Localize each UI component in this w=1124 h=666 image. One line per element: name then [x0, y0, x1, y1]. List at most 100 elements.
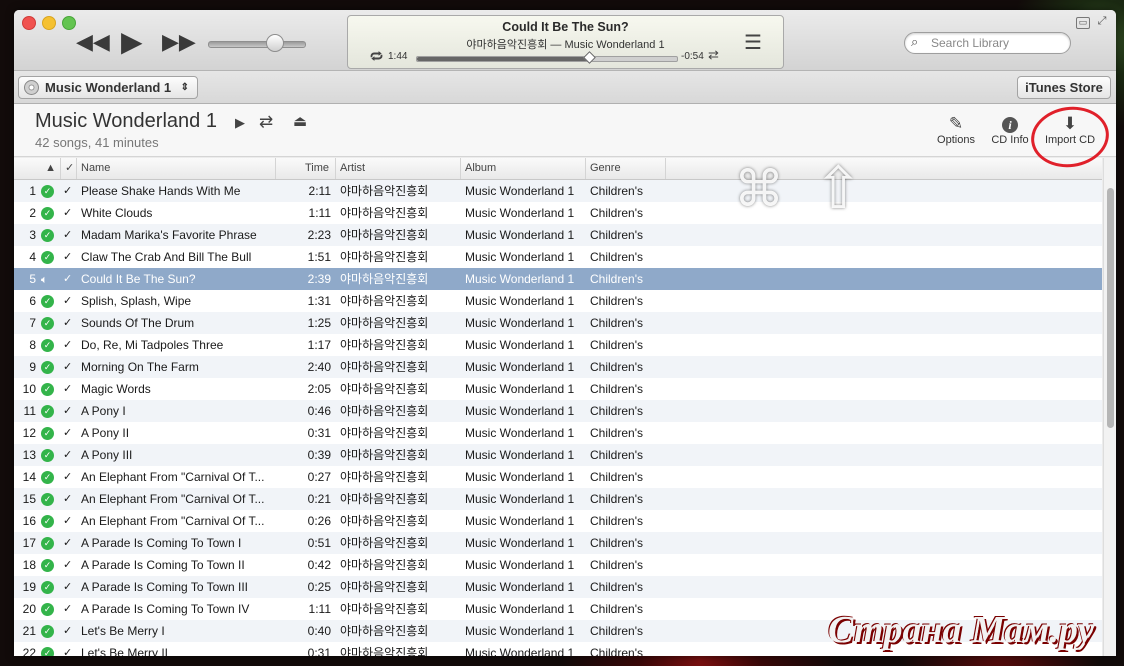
track-number: 7	[29, 316, 36, 330]
column-number-sort[interactable]: ▲	[14, 158, 61, 179]
search-box[interactable]: ⌕	[904, 32, 1071, 54]
command-key-icon: ⌘	[734, 161, 784, 217]
table-row[interactable]: 14 ✓ ✓ An Elephant From "Carnival Of T... 0:…	[14, 466, 1102, 488]
eject-icon[interactable]: ⏏	[293, 112, 307, 130]
table-row[interactable]: 13 ✓ ✓ A Pony III 0:39 야마하음악진흥회 Music Wonderla…	[14, 444, 1102, 466]
play-album-icon[interactable]: ▶	[235, 115, 245, 131]
previous-track-button[interactable]: ◀◀	[76, 31, 110, 53]
options-button[interactable]: ✎ Options	[932, 114, 980, 146]
table-row[interactable]: 6 ✓ ✓ Splish, Splash, Wipe 1:31 야마하음악진흥회 Music…	[14, 290, 1102, 312]
track-checkbox[interactable]: ✓	[63, 598, 75, 620]
track-time: 0:31	[307, 646, 331, 656]
track-checkbox[interactable]: ✓	[63, 356, 75, 378]
search-input[interactable]	[929, 35, 1063, 51]
itunes-store-button[interactable]: iTunes Store	[1017, 76, 1111, 99]
track-number: 13	[22, 448, 36, 462]
track-checkbox[interactable]: ✓	[63, 510, 75, 532]
table-row[interactable]: 18 ✓ ✓ A Parade Is Coming To Town II 0:42 야마하…	[14, 554, 1102, 576]
track-number: 1	[29, 184, 36, 198]
track-checkbox[interactable]: ✓	[63, 400, 75, 422]
track-album: Music Wonderland 1	[465, 294, 575, 308]
speaker-icon: 🔈︎	[41, 274, 48, 286]
table-row[interactable]: 2 ✓ ✓ White Clouds 1:11 야마하음악진흥회 Music Wonderl…	[14, 202, 1102, 224]
track-checkbox[interactable]: ✓	[63, 554, 75, 576]
table-row[interactable]: 16 ✓ ✓ An Elephant From "Carnival Of T... 0:…	[14, 510, 1102, 532]
column-checkbox[interactable]: ✓	[61, 158, 77, 179]
track-number: 21	[22, 624, 36, 638]
track-checkbox[interactable]: ✓	[63, 532, 75, 554]
source-selector[interactable]: Music Wonderland 1 ⇕	[18, 76, 198, 99]
imported-check-icon: ✓	[41, 510, 55, 532]
track-checkbox[interactable]: ✓	[63, 312, 75, 334]
track-checkbox[interactable]: ✓	[63, 246, 75, 268]
cd-icon	[24, 80, 39, 95]
track-checkbox[interactable]: ✓	[63, 444, 75, 466]
track-checkbox[interactable]: ✓	[63, 224, 75, 246]
table-row[interactable]: 5 🔈︎ ✓ Could It Be The Sun? 2:39 야마하음악진흥회 Musi…	[14, 268, 1102, 290]
shuffle-album-icon[interactable]: ⇄	[259, 112, 273, 132]
track-time: 0:21	[307, 492, 331, 506]
track-artist: 야마하음악진흥회	[340, 360, 429, 374]
track-checkbox[interactable]: ✓	[63, 334, 75, 356]
minimize-window-button[interactable]	[42, 16, 56, 30]
table-row[interactable]: 3 ✓ ✓ Madam Marika's Favorite Phrase 2:23 야마하…	[14, 224, 1102, 246]
volume-knob[interactable]	[265, 34, 284, 52]
play-button[interactable]: ▶	[121, 28, 143, 56]
track-checkbox[interactable]: ✓	[63, 202, 75, 224]
column-name[interactable]: Name	[77, 158, 276, 179]
table-row[interactable]: 1 ✓ ✓ Please Shake Hands With Me 2:11 야마하음악진흥…	[14, 180, 1102, 202]
close-window-button[interactable]	[22, 16, 36, 30]
track-genre: Children's	[590, 602, 643, 616]
cd-info-button[interactable]: i CD Info	[988, 114, 1032, 146]
column-time[interactable]: Time	[276, 158, 336, 179]
track-album: Music Wonderland 1	[465, 624, 575, 638]
up-next-list-icon[interactable]: ☰	[744, 30, 762, 55]
scrollbar-thumb[interactable]	[1107, 188, 1114, 428]
track-album: Music Wonderland 1	[465, 470, 575, 484]
mini-player-icon[interactable]: ▭	[1076, 17, 1090, 29]
imported-check-icon: ✓	[41, 180, 55, 202]
column-album[interactable]: Album	[461, 158, 586, 179]
next-track-button[interactable]: ▶▶	[162, 31, 196, 53]
track-album: Music Wonderland 1	[465, 316, 575, 330]
table-row[interactable]: 15 ✓ ✓ An Elephant From "Carnival Of T... 0:…	[14, 488, 1102, 510]
shuffle-icon[interactable]: ⇄	[708, 47, 719, 63]
zoom-window-button[interactable]	[62, 16, 76, 30]
repeat-icon[interactable]: 🔁︎	[370, 47, 383, 66]
track-artist: 야마하음악진흥회	[340, 294, 429, 308]
table-row[interactable]: 12 ✓ ✓ A Pony II 0:31 야마하음악진흥회 Music Wonderlan…	[14, 422, 1102, 444]
track-checkbox[interactable]: ✓	[63, 488, 75, 510]
track-checkbox[interactable]: ✓	[63, 576, 75, 598]
table-row[interactable]: 4 ✓ ✓ Claw The Crab And Bill The Bull 1:51 야마…	[14, 246, 1102, 268]
track-checkbox[interactable]: ✓	[63, 378, 75, 400]
album-summary: 42 songs, 41 minutes	[35, 135, 159, 150]
table-row[interactable]: 9 ✓ ✓ Morning On The Farm 2:40 야마하음악진흥회 Music …	[14, 356, 1102, 378]
fullscreen-icon[interactable]: ⤢	[1096, 16, 1108, 27]
track-checkbox[interactable]: ✓	[63, 268, 75, 290]
track-checkbox[interactable]: ✓	[63, 620, 75, 642]
table-row[interactable]: 19 ✓ ✓ A Parade Is Coming To Town III 0:25 야마…	[14, 576, 1102, 598]
progress-bar[interactable]	[416, 56, 678, 62]
table-row[interactable]: 10 ✓ ✓ Magic Words 2:05 야마하음악진흥회 Music Wonderl…	[14, 378, 1102, 400]
column-genre[interactable]: Genre	[586, 158, 666, 179]
track-checkbox[interactable]: ✓	[63, 180, 75, 202]
vertical-scrollbar[interactable]	[1103, 158, 1116, 656]
volume-slider[interactable]	[208, 41, 306, 48]
table-row[interactable]: 7 ✓ ✓ Sounds Of The Drum 1:25 야마하음악진흥회 Music W…	[14, 312, 1102, 334]
track-genre: Children's	[590, 426, 643, 440]
track-name: A Pony III	[81, 448, 133, 462]
track-name: Morning On The Farm	[81, 360, 199, 374]
track-time: 0:25	[307, 580, 331, 594]
table-row[interactable]: 11 ✓ ✓ A Pony I 0:46 야마하음악진흥회 Music Wonderland…	[14, 400, 1102, 422]
track-checkbox[interactable]: ✓	[63, 422, 75, 444]
track-artist: 야마하음악진흥회	[340, 228, 429, 242]
column-artist[interactable]: Artist	[336, 158, 461, 179]
track-album: Music Wonderland 1	[465, 184, 575, 198]
track-checkbox[interactable]: ✓	[63, 290, 75, 312]
table-row[interactable]: 8 ✓ ✓ Do, Re, Mi Tadpoles Three 1:17 야마하음악진흥회…	[14, 334, 1102, 356]
table-row[interactable]: 17 ✓ ✓ A Parade Is Coming To Town I 0:51 야마하음…	[14, 532, 1102, 554]
track-table-header: ▲ ✓ Name Time Artist Album Genre	[14, 158, 1102, 180]
track-checkbox[interactable]: ✓	[63, 642, 75, 656]
chevron-updown-icon: ⇕	[180, 82, 189, 93]
track-checkbox[interactable]: ✓	[63, 466, 75, 488]
